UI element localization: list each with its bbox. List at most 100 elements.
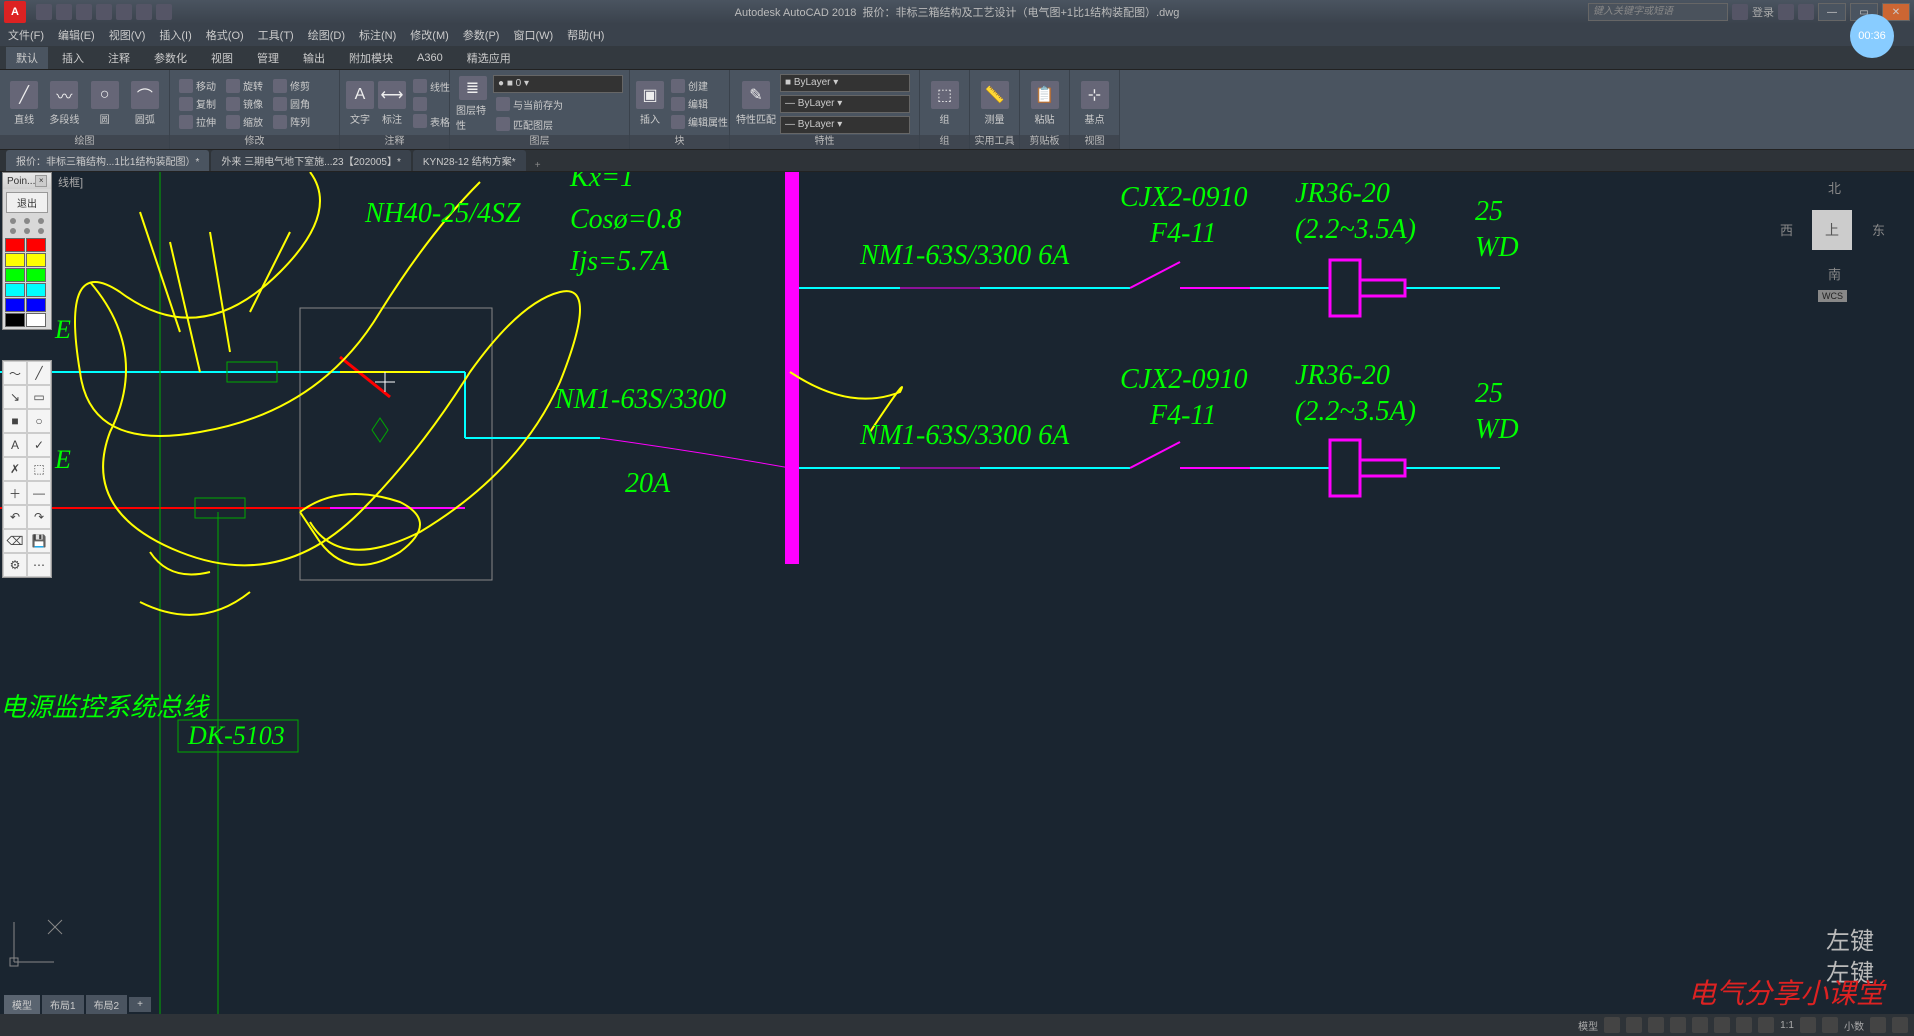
qat-undo-icon[interactable]	[136, 4, 152, 20]
menu-param[interactable]: 参数(P)	[463, 27, 500, 43]
tool-undo-icon[interactable]: ↶	[3, 505, 27, 529]
qat-saveas-icon[interactable]	[96, 4, 112, 20]
status-transparency-icon[interactable]	[1758, 1017, 1774, 1033]
status-units[interactable]: 小数	[1844, 1018, 1864, 1033]
tool-text2-icon[interactable]: A	[3, 433, 27, 457]
help-icon[interactable]	[1798, 4, 1814, 20]
color-yellow2[interactable]	[26, 253, 46, 267]
color-yellow[interactable]	[5, 253, 25, 267]
qat-open-icon[interactable]	[56, 4, 72, 20]
file-tab-3[interactable]: KYN28-12 结构方案*	[413, 150, 526, 171]
copy-button[interactable]: 复制	[176, 95, 219, 112]
color-red2[interactable]	[26, 238, 46, 252]
file-tab-2[interactable]: 外来 三期电气地下室施...23【202005】*	[211, 150, 411, 171]
ribbon-tab-insert[interactable]: 插入	[52, 47, 94, 69]
linetype-dropdown[interactable]: — ByLayer ▾	[780, 116, 910, 134]
menu-help[interactable]: 帮助(H)	[567, 27, 604, 43]
tool-rect-icon[interactable]: ▭	[27, 385, 51, 409]
matchlayer-button[interactable]: 匹配图层	[493, 116, 623, 133]
tab-layout1[interactable]: 布局1	[42, 995, 84, 1014]
tool-redo-icon[interactable]: ↷	[27, 505, 51, 529]
fillet-button[interactable]: 圆角	[270, 95, 313, 112]
exit-button[interactable]: 退出	[6, 192, 48, 213]
tab-layout2[interactable]: 布局2	[86, 995, 128, 1014]
create-button[interactable]: 创建	[668, 77, 731, 94]
tool-rectfill-icon[interactable]: ■	[3, 409, 27, 433]
app-logo[interactable]: A	[4, 1, 26, 23]
dim-button[interactable]: ⟷标注	[378, 76, 406, 132]
lineweight-dropdown[interactable]: — ByLayer ▾	[780, 95, 910, 113]
color-blue2[interactable]	[26, 298, 46, 312]
edit-button[interactable]: 编辑	[668, 95, 731, 112]
qat-redo-icon[interactable]	[156, 4, 172, 20]
ribbon-tab-default[interactable]: 默认	[6, 47, 48, 69]
menu-draw[interactable]: 绘图(D)	[308, 27, 345, 43]
layer-dropdown[interactable]: ● ■ 0 ▾	[493, 75, 623, 93]
tool-more-icon[interactable]: ⋯	[27, 553, 51, 577]
tool-ellipse-icon[interactable]: ○	[27, 409, 51, 433]
qat-save-icon[interactable]	[76, 4, 92, 20]
ribbon-tab-output[interactable]: 输出	[293, 47, 335, 69]
color-dropdown[interactable]: ■ ByLayer ▾	[780, 74, 910, 92]
status-grid-icon[interactable]	[1604, 1017, 1620, 1033]
ribbon-tab-annotate[interactable]: 注释	[98, 47, 140, 69]
qat-plot-icon[interactable]	[116, 4, 132, 20]
tool-freehand-icon[interactable]: 〜	[3, 361, 27, 385]
color-white[interactable]	[26, 313, 46, 327]
array-button[interactable]: 阵列	[270, 113, 313, 130]
color-cyan2[interactable]	[26, 283, 46, 297]
login-label[interactable]: 登录	[1752, 4, 1774, 20]
tool-minus-icon[interactable]: —	[27, 481, 51, 505]
basepoint-button[interactable]: ⊹基点	[1076, 76, 1113, 132]
table-button[interactable]: 表格	[410, 113, 453, 130]
makecurrent-button[interactable]: 与当前存为	[493, 96, 623, 113]
color-blue[interactable]	[5, 298, 25, 312]
polyline-button[interactable]: 〰多段线	[46, 76, 82, 132]
viewcube-top[interactable]: 上	[1812, 210, 1852, 250]
status-workspace-icon[interactable]	[1822, 1017, 1838, 1033]
ribbon-tab-view[interactable]: 视图	[201, 47, 243, 69]
tool-save-icon[interactable]: 💾	[27, 529, 51, 553]
signin-icon[interactable]	[1732, 4, 1748, 20]
menu-view[interactable]: 视图(V)	[109, 27, 146, 43]
matchprop-button[interactable]: ✎特性匹配	[736, 76, 776, 132]
pointer-tool-close-icon[interactable]: ×	[35, 175, 47, 187]
menu-edit[interactable]: 编辑(E)	[58, 27, 95, 43]
pointer-tool-title[interactable]: Poin...×	[3, 173, 51, 189]
color-green[interactable]	[5, 268, 25, 282]
menu-modify[interactable]: 修改(M)	[410, 27, 449, 43]
status-ortho-icon[interactable]	[1648, 1017, 1664, 1033]
paste-button[interactable]: 📋粘贴	[1026, 76, 1063, 132]
status-osnap-icon[interactable]	[1692, 1017, 1708, 1033]
file-tab-add[interactable]: +	[528, 160, 548, 171]
exchange-icon[interactable]	[1778, 4, 1794, 20]
tool-cross-icon[interactable]: ✗	[3, 457, 27, 481]
status-clean-icon[interactable]	[1870, 1017, 1886, 1033]
status-model[interactable]: 模型	[1578, 1018, 1598, 1033]
ribbon-tab-a360[interactable]: A360	[407, 49, 453, 67]
menu-tools[interactable]: 工具(T)	[258, 27, 294, 43]
color-green2[interactable]	[26, 268, 46, 282]
menu-window[interactable]: 窗口(W)	[513, 27, 553, 43]
ribbon-tab-parametric[interactable]: 参数化	[144, 47, 197, 69]
mirror-button[interactable]: 镜像	[223, 95, 266, 112]
measure-button[interactable]: 📏测量	[976, 76, 1013, 132]
menu-insert[interactable]: 插入(I)	[159, 27, 191, 43]
tool-gear-icon[interactable]: ⚙	[3, 553, 27, 577]
status-polar-icon[interactable]	[1670, 1017, 1686, 1033]
viewcube-north[interactable]: 北	[1828, 178, 1841, 197]
tool-plus-icon[interactable]: ＋	[3, 481, 27, 505]
move-button[interactable]: 移动	[176, 77, 219, 94]
drawing-area[interactable]: 线框]	[0, 172, 1914, 1014]
status-snap-icon[interactable]	[1626, 1017, 1642, 1033]
ribbon-tab-addins[interactable]: 附加模块	[339, 47, 403, 69]
color-red[interactable]	[5, 238, 25, 252]
insert-button[interactable]: ▣插入	[636, 76, 664, 132]
visual-style-label[interactable]: 线框]	[58, 174, 83, 190]
viewcube-south[interactable]: 南	[1828, 264, 1841, 283]
rotate-button[interactable]: 旋转	[223, 77, 266, 94]
circle-button[interactable]: ○圆	[87, 76, 123, 132]
help-search-input[interactable]: 键入关键字或短语	[1588, 3, 1728, 21]
tool-line2-icon[interactable]: ╱	[27, 361, 51, 385]
tool-select-icon[interactable]: ⬚	[27, 457, 51, 481]
